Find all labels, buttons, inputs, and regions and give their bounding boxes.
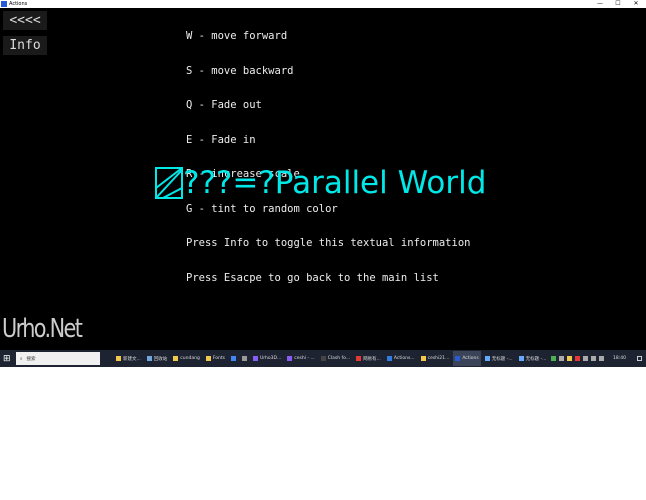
app-icon	[455, 356, 461, 361]
taskbar-item[interactable]: 无标题 -...	[483, 351, 515, 366]
tray-icon[interactable]	[567, 356, 573, 361]
taskbar-search[interactable]: ⌕ 搜索	[16, 352, 100, 365]
info-line: E - Fade in	[186, 133, 256, 146]
volume-icon[interactable]	[591, 356, 597, 361]
taskbar-item[interactable]: 新建文...	[114, 351, 143, 366]
app-icon	[1, 1, 7, 7]
taskbar-item-label: 无标题 -...	[525, 356, 547, 362]
taskbar-item[interactable]: Fonts	[204, 351, 227, 366]
taskbar-item[interactable]: ceshi21...	[419, 351, 452, 366]
app-icon	[205, 356, 211, 361]
taskbar-item[interactable]: 无标题 -...	[517, 351, 549, 366]
window-titlebar: Actions — ☐ ✕	[0, 0, 646, 8]
maximize-button[interactable]: ☐	[612, 0, 624, 8]
taskbar-item-label: Urho3D...	[259, 356, 282, 361]
app-icon	[146, 356, 152, 361]
app-icon	[386, 356, 392, 361]
taskbar-item[interactable]	[240, 351, 249, 366]
clock[interactable]: 18:40	[613, 356, 626, 361]
taskbar-item[interactable]: cundang	[171, 351, 202, 366]
window-title: Actions	[9, 1, 28, 7]
taskbar-item[interactable]	[229, 351, 238, 366]
app-icon	[484, 356, 490, 361]
app-icon	[518, 356, 524, 361]
taskbar-item-label: Actions...	[393, 356, 415, 361]
urhonet-logo: Urho.Net	[2, 314, 83, 344]
info-line: W - move forward	[186, 30, 288, 42]
app-icon	[116, 356, 121, 361]
scene-title-text: ???=?Parallel World	[183, 165, 487, 201]
taskbar-item-label: ceshi - ...	[294, 356, 315, 361]
close-button[interactable]: ✕	[630, 0, 642, 8]
app-icon	[420, 356, 426, 361]
taskbar-item[interactable]: 回收站	[145, 351, 170, 366]
windows-start-icon[interactable]: ⊞	[3, 354, 13, 364]
info-line: Q - Fade out	[186, 99, 262, 111]
info-line: Press Esacpe to go back to the main list	[186, 271, 439, 284]
info-line: Press Info to toggle this textual inform…	[186, 237, 471, 249]
search-placeholder: 搜索	[26, 356, 36, 362]
network-icon[interactable]	[599, 356, 605, 361]
app-icon	[230, 356, 236, 361]
taskbar-item-label: 回收站	[153, 356, 168, 362]
taskbar-item-label: Clash fo...	[327, 356, 351, 361]
info-line: G - tint to random color	[186, 202, 338, 215]
tray-icon[interactable]	[551, 356, 557, 361]
app-icon	[287, 356, 293, 361]
taskbar: ⊞ ⌕ 搜索 新建文... 回收站 cundang Fonts Urho3D... ces…	[0, 350, 646, 367]
taskbar-item-label: Actions	[462, 356, 479, 361]
tray-icon[interactable]	[559, 356, 565, 361]
notifications-icon[interactable]	[637, 356, 642, 361]
back-button[interactable]: <<<<	[3, 11, 47, 30]
taskbar-item[interactable]: Actions...	[385, 351, 417, 366]
taskbar-item[interactable]: Urho3D...	[251, 351, 283, 366]
taskbar-item-label: ceshi21...	[427, 356, 450, 361]
app-icon	[320, 356, 326, 361]
info-text: W - move forward S - move backward Q - F…	[186, 8, 470, 307]
taskbar-item-label: 新建文...	[123, 356, 141, 362]
taskbar-item[interactable]: Clash fo...	[319, 351, 352, 366]
battery-icon[interactable]	[583, 356, 589, 361]
game-viewport[interactable]: <<<< Info W - move forward S - move back…	[0, 8, 646, 350]
minimize-button[interactable]: —	[594, 0, 606, 8]
search-icon: ⌕	[20, 356, 23, 362]
taskbar-item[interactable]: 网易有...	[354, 351, 383, 366]
app-icon	[173, 356, 179, 361]
taskbar-item-label: cundang	[180, 356, 200, 361]
tray-icon[interactable]	[575, 356, 581, 361]
taskbar-item[interactable]: ceshi - ...	[285, 351, 316, 366]
taskbar-item-label: 网易有...	[363, 356, 381, 362]
info-line: S - move backward	[186, 64, 294, 77]
taskbar-item-label: Fonts	[212, 356, 225, 361]
missing-glyph-icon	[155, 167, 183, 199]
app-icon	[252, 356, 258, 361]
app-icon	[241, 356, 247, 361]
scene-title: ???=?Parallel World	[155, 163, 486, 203]
app-icon	[356, 356, 362, 361]
info-button[interactable]: Info	[3, 36, 47, 55]
taskbar-item[interactable]: Actions	[453, 351, 481, 366]
taskbar-item-label: 无标题 -...	[491, 356, 513, 362]
system-tray: 18:40	[551, 356, 646, 361]
